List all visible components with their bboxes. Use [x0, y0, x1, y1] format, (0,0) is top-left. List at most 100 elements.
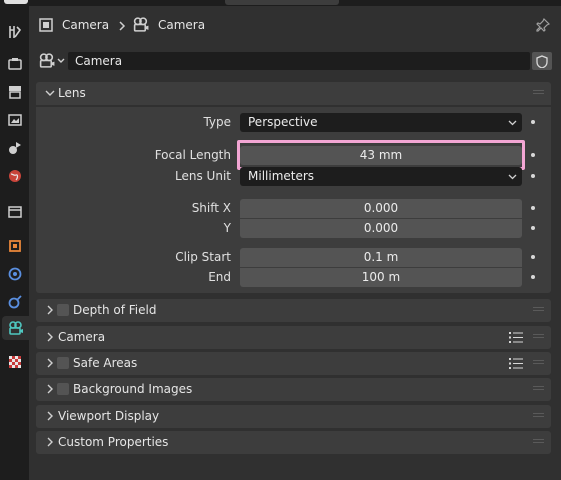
- render-icon: [8, 58, 22, 70]
- datablock-name-field[interactable]: Camera: [68, 52, 530, 70]
- breadcrumb-data[interactable]: Camera: [158, 18, 205, 32]
- physics-tab[interactable]: [3, 262, 27, 286]
- viewport-display-title: Viewport Display: [58, 409, 160, 423]
- scene-icon: [9, 142, 21, 154]
- camera-data-icon: [8, 321, 23, 335]
- world-icon: [9, 170, 21, 182]
- safe-areas-title: Safe Areas: [73, 356, 138, 370]
- search-field-edge[interactable]: [225, 0, 339, 5]
- camera-data-icon: [133, 17, 149, 32]
- chevron-right-icon: [47, 384, 53, 394]
- keyframe-dot[interactable]: [531, 226, 535, 230]
- safe-areas-checkbox[interactable]: [57, 357, 69, 369]
- object-tab[interactable]: [3, 234, 27, 258]
- breadcrumb-separator-icon: [119, 21, 126, 31]
- safe-areas-panel-header[interactable]: Safe Areas: [36, 352, 551, 375]
- shield-icon: [536, 54, 548, 68]
- keyframe-dot[interactable]: [531, 275, 535, 279]
- output-icon: [9, 86, 21, 99]
- background-images-panel-header[interactable]: Background Images: [36, 378, 551, 401]
- camera-data-icon[interactable]: [38, 52, 56, 69]
- fake-user-button[interactable]: [532, 52, 552, 70]
- background-images-checkbox[interactable]: [57, 383, 69, 395]
- shift-y-value: 0.000: [363, 221, 399, 235]
- depth-of-field-checkbox[interactable]: [57, 304, 69, 316]
- collection-tab[interactable]: [3, 200, 27, 224]
- scene-tab[interactable]: [3, 136, 27, 160]
- camera-data-tab[interactable]: [2, 316, 29, 340]
- view-layer-tab[interactable]: [3, 108, 27, 132]
- type-dropdown[interactable]: Perspective: [240, 113, 522, 132]
- depth-of-field-panel-header[interactable]: Depth of Field: [36, 299, 551, 322]
- shift-x-value: 0.000: [363, 201, 399, 215]
- lens-panel-header[interactable]: Lens: [36, 82, 551, 105]
- depth-of-field-title: Depth of Field: [73, 303, 157, 317]
- shift-x-field[interactable]: 0.000: [240, 199, 522, 218]
- custom-properties-title: Custom Properties: [58, 435, 169, 449]
- datablock-row: Camera: [36, 52, 552, 70]
- constraints-tab[interactable]: [3, 290, 27, 314]
- lens-unit-dropdown[interactable]: Millimeters: [240, 167, 522, 186]
- lens-unit-label: Lens Unit: [175, 169, 231, 183]
- type-label: Type: [203, 115, 231, 129]
- drag-handle-icon[interactable]: [533, 439, 544, 445]
- object-icon: [9, 240, 21, 252]
- shift-x-label: Shift X: [191, 201, 231, 215]
- viewport-display-panel-header[interactable]: Viewport Display: [36, 405, 551, 428]
- shift-y-field[interactable]: 0.000: [240, 219, 522, 238]
- drag-handle-icon[interactable]: [533, 307, 544, 313]
- chevron-down-icon: [45, 90, 55, 96]
- camera-panel-title: Camera: [58, 330, 106, 344]
- keyframe-dot[interactable]: [531, 174, 535, 178]
- keyframe-dot[interactable]: [531, 120, 535, 124]
- keyframe-dot[interactable]: [531, 153, 535, 157]
- properties-tab-bar: [0, 6, 29, 480]
- background-images-title: Background Images: [73, 382, 193, 396]
- chevron-down-icon: [508, 120, 517, 126]
- physics-icon: [8, 267, 22, 281]
- focal-length-label: Focal Length: [154, 148, 231, 162]
- chevron-right-icon: [47, 358, 53, 368]
- drag-handle-icon[interactable]: [533, 386, 544, 392]
- breadcrumb-object[interactable]: Camera: [62, 18, 109, 32]
- pin-icon[interactable]: [535, 17, 551, 33]
- drag-handle-icon[interactable]: [533, 334, 544, 340]
- editor-type-icon[interactable]: [4, 0, 28, 4]
- view-layer-icon: [8, 114, 22, 126]
- clip-start-label: Clip Start: [175, 250, 231, 264]
- keyframe-dot[interactable]: [531, 255, 535, 259]
- lens-unit-value: Millimeters: [248, 169, 315, 183]
- datablock-name: Camera: [75, 54, 123, 68]
- output-tab[interactable]: [3, 80, 27, 104]
- constraints-icon: [8, 295, 22, 309]
- tool-tab[interactable]: [3, 20, 27, 44]
- clip-start-field[interactable]: 0.1 m: [240, 248, 522, 267]
- lens-panel-title: Lens: [58, 86, 86, 100]
- clip-end-value: 100 m: [361, 270, 401, 284]
- collection-icon: [8, 206, 22, 218]
- texture-tab[interactable]: [3, 350, 27, 374]
- chevron-right-icon: [47, 411, 53, 421]
- type-value: Perspective: [248, 115, 318, 129]
- chevron-right-icon: [47, 305, 53, 315]
- chevron-down-icon[interactable]: [57, 57, 65, 65]
- presets-list-icon[interactable]: [509, 357, 523, 370]
- world-tab[interactable]: [3, 164, 27, 188]
- scene-object-icon: [39, 18, 53, 32]
- clip-end-field[interactable]: 100 m: [240, 268, 522, 287]
- clip-start-value: 0.1 m: [363, 250, 399, 264]
- texture-icon: [9, 356, 21, 368]
- render-tab[interactable]: [3, 52, 27, 76]
- properties-header: Camera Camera: [29, 6, 561, 44]
- custom-properties-panel-header[interactable]: Custom Properties: [36, 431, 551, 454]
- presets-list-icon[interactable]: [509, 331, 523, 344]
- shift-y-label: Y: [223, 221, 231, 235]
- chevron-right-icon: [47, 437, 53, 447]
- drag-handle-icon[interactable]: [533, 90, 544, 96]
- camera-panel-header[interactable]: Camera: [36, 326, 551, 349]
- chevron-down-icon: [508, 174, 517, 180]
- keyframe-dot[interactable]: [531, 206, 535, 210]
- clip-end-label: End: [208, 270, 231, 284]
- drag-handle-icon[interactable]: [533, 413, 544, 419]
- drag-handle-icon[interactable]: [533, 360, 544, 366]
